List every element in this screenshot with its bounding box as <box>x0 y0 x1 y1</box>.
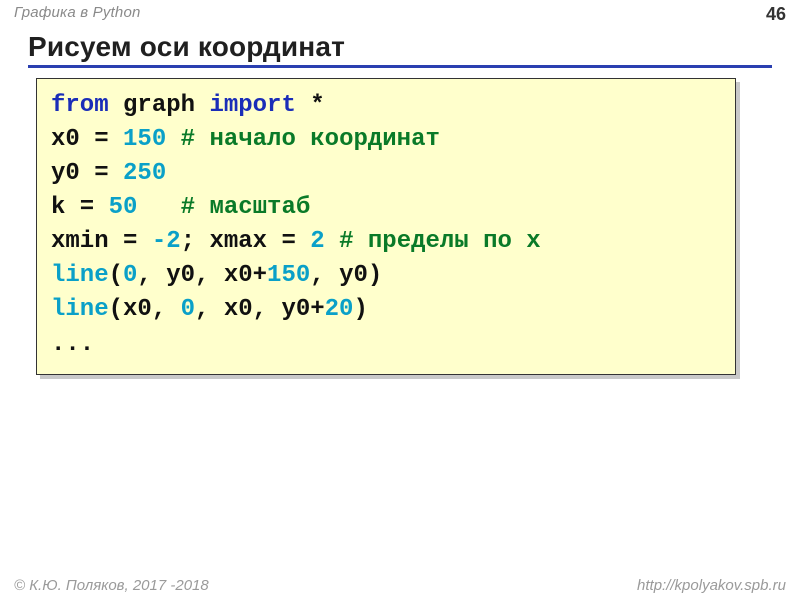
footer: © К.Ю. Поляков, 2017 -2018 http://kpolya… <box>0 577 800 600</box>
code-token: 20 <box>325 296 354 323</box>
code-token: graph <box>109 92 210 119</box>
code-listing: from graph import * x0 = 150 # начало ко… <box>51 89 721 362</box>
footer-copyright: © К.Ю. Поляков, 2017 -2018 <box>14 577 209 594</box>
code-token: line <box>51 296 109 323</box>
code-token <box>166 126 180 153</box>
footer-url: http://kpolyakov.spb.ru <box>637 577 786 594</box>
page-number: 46 <box>766 4 786 25</box>
code-token: k = <box>51 194 109 221</box>
codebox: from graph import * x0 = 150 # начало ко… <box>36 78 736 375</box>
code-token: , y0, x0+ <box>137 262 267 289</box>
code-token: ) <box>353 296 367 323</box>
code-token: 0 <box>181 296 195 323</box>
code-token: 150 <box>123 126 166 153</box>
code-token: , x0, y0+ <box>195 296 325 323</box>
code-token: ... <box>51 331 94 358</box>
code-token: 0 <box>123 262 137 289</box>
code-token: 50 <box>109 194 138 221</box>
code-token: x0 = <box>51 126 123 153</box>
slide-heading: Рисуем оси координат <box>28 31 772 68</box>
code-token <box>137 194 180 221</box>
topbar: Графика в Python 46 <box>0 0 800 25</box>
code-token: 2 <box>310 228 324 255</box>
slide: Графика в Python 46 Рисуем оси координат… <box>0 0 800 600</box>
code-token: * <box>296 92 325 119</box>
code-token: line <box>51 262 109 289</box>
code-token: 150 <box>267 262 310 289</box>
code-token: y0 = <box>51 160 123 187</box>
heading-wrap: Рисуем оси координат <box>0 25 800 68</box>
code-token: ( <box>109 262 123 289</box>
code-token: -2 <box>152 228 181 255</box>
code-token: # начало координат <box>181 126 440 153</box>
code-token: # пределы по x <box>339 228 541 255</box>
code-token: , y0) <box>310 262 382 289</box>
codebox-shadow: from graph import * x0 = 150 # начало ко… <box>40 82 740 379</box>
code-token <box>325 228 339 255</box>
code-token: from <box>51 92 109 119</box>
code-token: xmin = <box>51 228 152 255</box>
code-token: # масштаб <box>181 194 311 221</box>
topbar-title: Графика в Python <box>14 4 141 21</box>
code-token: ; xmax = <box>181 228 311 255</box>
code-token: (x0, <box>109 296 181 323</box>
code-token: 250 <box>123 160 166 187</box>
code-token: import <box>209 92 295 119</box>
